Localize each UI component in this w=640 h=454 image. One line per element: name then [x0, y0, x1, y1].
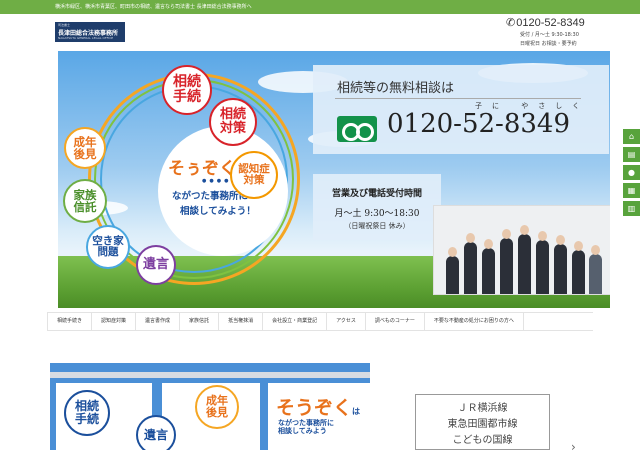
- hours-time: 月～土 9:30～18:30: [334, 209, 420, 219]
- nav-item[interactable]: 認知症対策: [91, 313, 135, 330]
- staff-person: [446, 247, 459, 294]
- nav-item[interactable]: 家族信託: [179, 313, 218, 330]
- banner-catch-main: そうぞく: [276, 397, 353, 419]
- staff-person: [572, 241, 585, 294]
- site-header: 司法書士 長津田総合法務事務所 NAGATSUTA GENERAL LEGAL …: [0, 14, 640, 50]
- top-tagline-bar: 横浜市緑区、横浜市青葉区、町田市の相続、遺言なら司法書士 長津田総合法務事務所へ: [0, 0, 640, 14]
- hero-banner: そぅぞくは ●●●● ながつた事務所に 相談してみよう！ 相続 手続 相続 対策…: [58, 51, 610, 308]
- banner-catch-suffix: は: [352, 407, 361, 416]
- nav-item[interactable]: 抵当権抹消: [218, 313, 262, 330]
- bubble-akiya: 空き家 問題: [86, 225, 130, 269]
- consult-phone-number[interactable]: 0120-52-8349: [387, 109, 570, 139]
- nav-item[interactable]: 調べものコーナー: [364, 313, 424, 330]
- staff-person: [536, 231, 549, 294]
- staff-person: [500, 229, 513, 294]
- site-logo[interactable]: 司法書士 長津田総合法務事務所 NAGATSUTA GENERAL LEGAL …: [55, 22, 125, 42]
- nav-item[interactable]: 会社設立・商業登記: [262, 313, 326, 330]
- header-hours: 受付 / 月～土 9:30-18:30 日曜祝日 お相談・要予約: [520, 31, 579, 49]
- main-navigation: 相続手続き 認知症対策 遺言書作成 家族信託 抵当権抹消 会社設立・商業登記 ア…: [47, 312, 593, 331]
- header-hours-text: 受付 / 月～土 9:30-18:30: [520, 32, 579, 38]
- business-hours-box: 営業及び電話受付時間 月～土 9:30～18:30 （日曜祝祭日 休み）: [313, 174, 441, 240]
- sign-line3: こどもの国線: [452, 435, 513, 446]
- bubble-seinen-kouken: 成年 後見: [64, 127, 106, 169]
- header-holiday-text: 日曜祝日 お相談・要予約: [520, 41, 577, 47]
- tagline-text: 横浜市緑区、横浜市青葉区、町田市の相続、遺言なら司法書士 長津田総合法務事務所へ: [55, 4, 252, 10]
- nav-item[interactable]: 遺言書作成: [135, 313, 179, 330]
- bubble-kazoku-shintaku: 家族 信託: [63, 179, 107, 223]
- phone-icon: ✆: [506, 17, 516, 29]
- map-pin-icon[interactable]: ●: [623, 165, 640, 181]
- staff-group-photo: [433, 205, 610, 295]
- banner-bubble-souzoku: 相続 手続: [64, 390, 110, 436]
- logo-english: NAGATSUTA GENERAL LEGAL OFFICE: [58, 36, 114, 40]
- nav-item[interactable]: 不要な不動産の処分にお困りの方へ: [423, 313, 524, 330]
- banner-sub: ながつた事務所に 相談してみよう: [278, 419, 334, 436]
- banner-bubble-seinen: 成年 後見: [195, 385, 239, 429]
- bubble-yuigon: 遺言: [136, 245, 176, 285]
- staff-person: [464, 233, 477, 294]
- banner-catch: そうぞくは: [276, 393, 360, 420]
- header-phone[interactable]: ✆0120-52-8349: [506, 16, 585, 29]
- hero-dots: ●●●●: [202, 178, 232, 184]
- freedial-icon: [337, 116, 377, 142]
- staff-person: [554, 235, 567, 294]
- logo-small-text: 司法書士: [58, 23, 71, 27]
- staff-person: [589, 245, 602, 294]
- staff-person: [518, 225, 531, 294]
- header-phone-number: 0120-52-8349: [516, 17, 585, 29]
- document-icon[interactable]: ▤: [623, 147, 640, 163]
- consult-title: 相続等の無料相談は: [337, 81, 455, 96]
- bubble-souzoku-tetsuzuki: 相続 手続: [162, 65, 212, 115]
- station-sign: ＪＲ横浜線 東急田園都市線 こどもの国線: [415, 394, 550, 450]
- book-icon[interactable]: ▥: [623, 201, 640, 217]
- staff-person: [482, 239, 495, 294]
- office-window-photo: 相続 手続 遺言 成年 後見 そうぞくは ながつた事務所に 相談してみよう: [50, 363, 370, 450]
- sign-line2: 東急田園都市線: [447, 419, 518, 430]
- hero-line3: 相談してみよう！: [180, 206, 256, 217]
- chevron-right-icon[interactable]: ›: [571, 440, 576, 454]
- bubble-souzoku-taisaku: 相続 対策: [209, 98, 257, 146]
- banner-bubble-yuigon: 遺言: [136, 415, 176, 450]
- bubble-ninchisho: 認知症 対策: [230, 151, 278, 199]
- window-frame: [50, 372, 370, 378]
- calendar-icon[interactable]: ▦: [623, 183, 640, 199]
- nav-item[interactable]: アクセス: [326, 313, 365, 330]
- hours-note: （日曜祝祭日 休み）: [344, 222, 410, 230]
- divider: [335, 98, 581, 99]
- nav-item[interactable]: 相続手続き: [47, 313, 91, 330]
- free-consult-box: 相続等の無料相談は 子に やさしく 0120-52-8349: [313, 65, 609, 154]
- sign-line1: ＪＲ横浜線: [457, 403, 508, 414]
- hours-title: 営業及び電話受付時間: [331, 189, 422, 199]
- home-icon[interactable]: ⌂: [623, 129, 640, 145]
